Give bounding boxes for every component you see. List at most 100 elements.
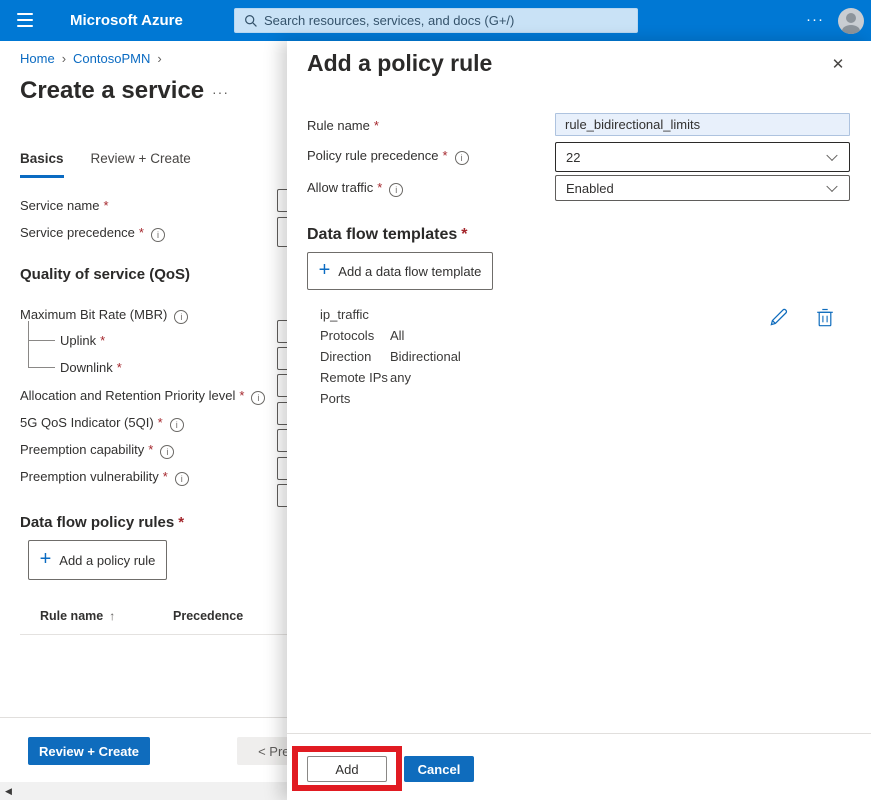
row-label: Ports	[320, 391, 351, 406]
heading-text: Data flow templates	[307, 226, 458, 243]
required-mark: *	[373, 118, 379, 133]
header-text: Precedence	[173, 609, 244, 623]
azure-portal: Microsoft Azure ··· Home › ContosoPMN › Cre…	[0, 0, 871, 800]
breadcrumb-home-link[interactable]: Home	[20, 51, 55, 66]
table-header-precedence[interactable]: Precedence	[173, 609, 243, 623]
table-divider	[20, 634, 287, 635]
label-text: Uplink	[60, 333, 97, 348]
global-search[interactable]	[234, 8, 638, 33]
data-flow-templates-heading: Data flow templates *	[307, 226, 468, 244]
allow-traffic-select[interactable]: Enabled	[555, 175, 850, 201]
tree-connector-uplink	[28, 321, 55, 341]
heading-text: Data flow policy rules	[20, 514, 175, 531]
template-remote-ips-row: Remote IPs any	[320, 370, 411, 385]
page-title: Create a service	[20, 77, 205, 104]
avatar-body	[842, 25, 860, 34]
info-icon[interactable]: i	[251, 391, 266, 405]
search-input[interactable]	[258, 13, 637, 28]
label-text: Preemption vulnerability	[20, 469, 159, 484]
template-protocols-row: Protocols All	[320, 328, 404, 343]
breadcrumb-separator-icon: ›	[61, 51, 67, 66]
review-create-button[interactable]: Review + Create	[28, 737, 150, 765]
data-flow-policy-rules-heading: Data flow policy rules *	[20, 514, 184, 531]
row-label: Protocols	[320, 328, 375, 343]
service-name-label: Service name *	[20, 198, 109, 213]
uplink-label: Uplink *	[60, 333, 105, 348]
account-avatar[interactable]	[838, 8, 864, 34]
label-text: Allocation and Retention Priority level	[20, 388, 236, 403]
required-mark: *	[100, 333, 106, 348]
allow-traffic-label: Allow traffic * i	[307, 180, 404, 197]
row-value: Bidirectional	[390, 349, 461, 364]
info-icon[interactable]: i	[150, 228, 165, 242]
add-policy-rule-label: Add a policy rule	[59, 552, 156, 568]
service-precedence-label: Service precedence * i	[20, 225, 165, 242]
tab-basics[interactable]: Basics	[20, 151, 64, 178]
selected-value: 22	[566, 149, 581, 165]
label-text: Downlink	[60, 360, 113, 375]
policy-rule-precedence-label: Policy rule precedence * i	[307, 148, 469, 165]
delete-template-button[interactable]	[816, 307, 838, 329]
selected-value: Enabled	[566, 180, 614, 196]
info-icon[interactable]: i	[169, 418, 184, 432]
label-text: 5G QoS Indicator (5QI)	[20, 415, 154, 430]
downlink-label: Downlink *	[60, 360, 122, 375]
required-mark: *	[442, 148, 448, 163]
edit-template-button[interactable]	[768, 307, 790, 329]
pencil-icon	[770, 308, 788, 326]
sort-ascending-icon: ↑	[109, 609, 116, 623]
required-mark: *	[162, 469, 168, 484]
label-text: Policy rule precedence	[307, 148, 439, 163]
label-text: Service name	[20, 198, 100, 213]
header-text: Rule name	[40, 609, 104, 623]
avatar-head	[846, 13, 856, 23]
panel-title: Add a policy rule	[307, 50, 493, 76]
template-direction-row: Direction Bidirectional	[320, 349, 461, 364]
label-text: Maximum Bit Rate (MBR)	[20, 307, 168, 322]
label-text: Service precedence	[20, 225, 135, 240]
close-icon[interactable]: ✕	[827, 54, 849, 76]
label-text: Preemption capability	[20, 442, 145, 457]
plus-icon: +	[39, 548, 52, 570]
required-mark: *	[461, 226, 468, 243]
table-header-rule-name[interactable]: Rule name ↑	[40, 609, 115, 623]
add-button[interactable]: Add	[307, 756, 387, 782]
breadcrumb: Home › ContosoPMN ›	[20, 51, 169, 66]
hamburger-menu-icon[interactable]	[17, 13, 33, 27]
template-ports-row: Ports	[320, 391, 390, 406]
add-policy-rule-panel: Add a policy rule ✕ Rule name* Policy ru…	[287, 41, 871, 800]
tree-connector-downlink	[28, 340, 55, 368]
info-icon[interactable]: i	[174, 310, 189, 324]
required-mark: *	[377, 180, 383, 195]
policy-rule-precedence-select[interactable]: 22	[555, 142, 850, 172]
title-more-icon[interactable]: ···	[212, 84, 229, 100]
horizontal-scrollbar[interactable]: ◀	[0, 782, 287, 800]
row-value: All	[390, 328, 405, 343]
breadcrumb-contosopmn-link[interactable]: ContosoPMN	[73, 51, 150, 66]
required-mark: *	[103, 198, 109, 213]
rule-name-label: Rule name *	[307, 118, 379, 133]
scroll-left-icon[interactable]: ◀	[5, 782, 12, 800]
tab-basics-label: Basics	[20, 151, 64, 166]
info-icon[interactable]: i	[454, 151, 469, 165]
label-text: Rule name	[307, 118, 370, 133]
panel-footer-divider	[287, 733, 871, 734]
search-icon	[245, 14, 257, 27]
breadcrumb-separator-icon: ›	[157, 51, 162, 66]
plus-icon: +	[318, 259, 331, 281]
add-data-flow-template-button[interactable]: + Add a data flow template	[307, 252, 493, 290]
rule-name-input[interactable]	[555, 113, 850, 136]
add-template-label: Add a data flow template	[338, 263, 482, 279]
topbar-more-icon[interactable]: ···	[799, 0, 831, 39]
chevron-down-icon	[826, 180, 838, 193]
info-icon[interactable]: i	[174, 472, 189, 486]
add-policy-rule-button[interactable]: + Add a policy rule	[28, 540, 167, 580]
tab-review-create[interactable]: Review + Create	[91, 151, 191, 178]
cancel-button[interactable]: Cancel	[404, 756, 474, 782]
tab-review-create-label: Review + Create	[90, 151, 191, 166]
info-icon[interactable]: i	[160, 445, 175, 459]
fiveqi-label: 5G QoS Indicator (5QI) * i	[20, 415, 184, 432]
label-text: Allow traffic	[307, 180, 374, 195]
required-mark: *	[157, 415, 163, 430]
info-icon[interactable]: i	[389, 183, 404, 197]
